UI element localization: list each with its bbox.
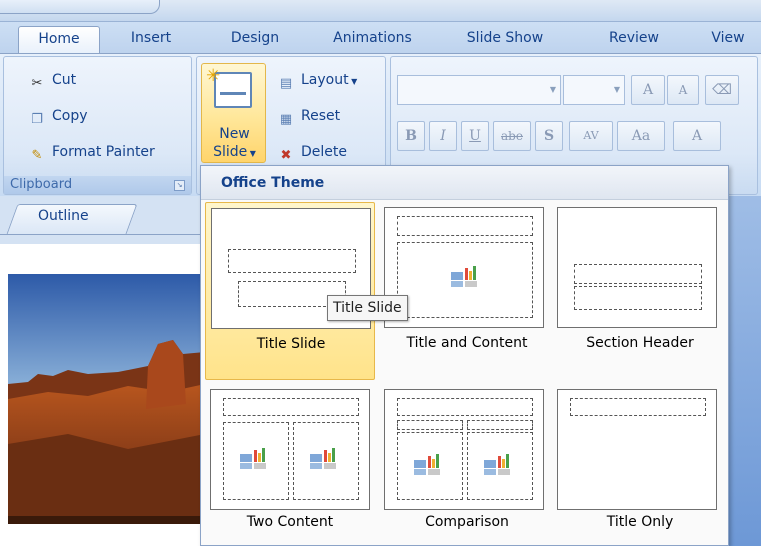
bold-label: B [405, 128, 417, 144]
chevron-down-icon: ▼ [613, 85, 620, 94]
delete-slide-icon: ✖ [280, 148, 292, 163]
italic-button[interactable]: I [429, 121, 457, 151]
sparkle-icon: ✳ [206, 66, 221, 86]
layout-title-only[interactable]: Title Only [555, 384, 725, 544]
clipboard-group: ✂ Cut ❐ Copy ✎ Format Painter Clipboard ↘ [3, 56, 192, 195]
layout-button[interactable]: ▤ Layout ▼ [277, 69, 357, 91]
tab-animations[interactable]: Animations [320, 26, 425, 53]
slide-thumbnail[interactable] [8, 274, 205, 524]
font-color-label: A [691, 128, 703, 144]
chevron-down-icon: ▼ [348, 77, 358, 86]
layout-tooltip: Title Slide [327, 295, 408, 321]
outline-tab-label: Outline [38, 208, 89, 224]
character-spacing-label: AV [583, 129, 599, 142]
layout-section-header[interactable]: Section Header [555, 202, 725, 380]
cut-button[interactable]: ✂ Cut [28, 69, 77, 91]
reset-label: Reset [301, 108, 341, 124]
reset-icon: ▦ [279, 112, 293, 127]
layout-thumbnail [210, 389, 370, 510]
italic-label: I [440, 128, 446, 144]
copy-button[interactable]: ❐ Copy [28, 105, 88, 127]
format-painter-label: Format Painter [52, 144, 155, 160]
grow-font-button[interactable]: A [631, 75, 665, 105]
slide-thumbnail-area [0, 244, 205, 546]
new-slide-label-2: Slide [213, 144, 248, 160]
layout-icon: ▤ [279, 76, 293, 91]
change-case-label: Aa [631, 128, 651, 144]
content-placeholder-icon [451, 266, 477, 287]
font-color-button[interactable]: A [673, 121, 721, 151]
slide-editing-area [729, 196, 761, 546]
format-painter-button[interactable]: ✎ Format Painter [28, 141, 155, 163]
tab-review[interactable]: Review [594, 26, 674, 53]
content-placeholder-icon [310, 448, 336, 469]
layout-name: Title Slide [256, 336, 326, 352]
chevron-down-icon: ▼ [549, 85, 556, 94]
gallery-header: Office Theme [201, 166, 728, 200]
layout-thumbnail [384, 389, 544, 510]
delete-label: Delete [301, 144, 347, 160]
strikethrough-button[interactable]: abe [493, 121, 531, 151]
shadow-button[interactable]: S [535, 121, 563, 151]
shadow-label: S [543, 128, 555, 144]
layout-name: Title and Content [406, 335, 528, 351]
paintbrush-icon: ✎ [31, 148, 43, 163]
layout-title-slide[interactable]: Title Slide [205, 202, 375, 380]
delete-button[interactable]: ✖ Delete [277, 141, 347, 163]
change-case-button[interactable]: Aa [617, 121, 665, 151]
chevron-down-icon: ▼ [247, 149, 256, 158]
strikethrough-label: abe [501, 129, 523, 143]
layout-label: Layout [301, 72, 349, 88]
layout-title-and-content[interactable]: Title and Content [382, 202, 552, 380]
tab-insert[interactable]: Insert [116, 26, 186, 53]
layout-name: Section Header [586, 335, 694, 351]
layout-gallery: Office Theme Title Slide Title and Conte… [200, 165, 729, 546]
underline-button[interactable]: U [461, 121, 489, 151]
new-slide-button[interactable]: ✳ New Slide ▼ [201, 63, 266, 163]
underline-label: U [469, 128, 481, 144]
new-slide-label: New [219, 126, 250, 142]
layout-name: Comparison [425, 514, 509, 530]
tab-design[interactable]: Design [215, 26, 295, 53]
font-size-combo[interactable]: ▼ [563, 75, 625, 105]
shrink-font-label: A [678, 83, 688, 97]
content-placeholder-icon [414, 454, 440, 475]
quick-access-toolbar[interactable] [0, 0, 160, 14]
clipboard-launcher-icon[interactable]: ↘ [174, 180, 185, 191]
grow-font-label: A [642, 82, 654, 98]
layout-thumbnail [384, 207, 544, 328]
layout-thumbnail [557, 389, 717, 510]
slides-outline-pane: Outline [0, 196, 205, 546]
layout-name: Two Content [246, 514, 334, 530]
reset-button[interactable]: ▦ Reset [277, 105, 340, 127]
tab-view[interactable]: View [698, 26, 758, 53]
clipboard-group-label: Clipboard [4, 176, 191, 194]
layout-thumbnail [557, 207, 717, 328]
tab-slide-show[interactable]: Slide Show [455, 26, 555, 53]
copy-label: Copy [52, 108, 88, 124]
scissors-icon: ✂ [31, 76, 43, 91]
bold-button[interactable]: B [397, 121, 425, 151]
copy-icon: ❐ [31, 112, 43, 127]
clear-formatting-icon[interactable]: ⌫ [705, 75, 739, 105]
content-placeholder-icon [240, 448, 266, 469]
layout-comparison[interactable]: Comparison [382, 384, 552, 544]
content-placeholder-icon [484, 454, 510, 475]
layout-two-content[interactable]: Two Content [205, 384, 375, 544]
font-name-combo[interactable]: ▼ [397, 75, 561, 105]
shrink-font-button[interactable]: A [667, 75, 699, 105]
cut-label: Cut [52, 72, 77, 88]
title-bar [0, 0, 761, 22]
tab-home[interactable]: Home [18, 26, 100, 53]
ribbon-tabs: Home Insert Design Animations Slide Show… [0, 22, 761, 53]
character-spacing-button[interactable]: AV [569, 121, 613, 151]
layout-name: Title Only [606, 514, 674, 530]
